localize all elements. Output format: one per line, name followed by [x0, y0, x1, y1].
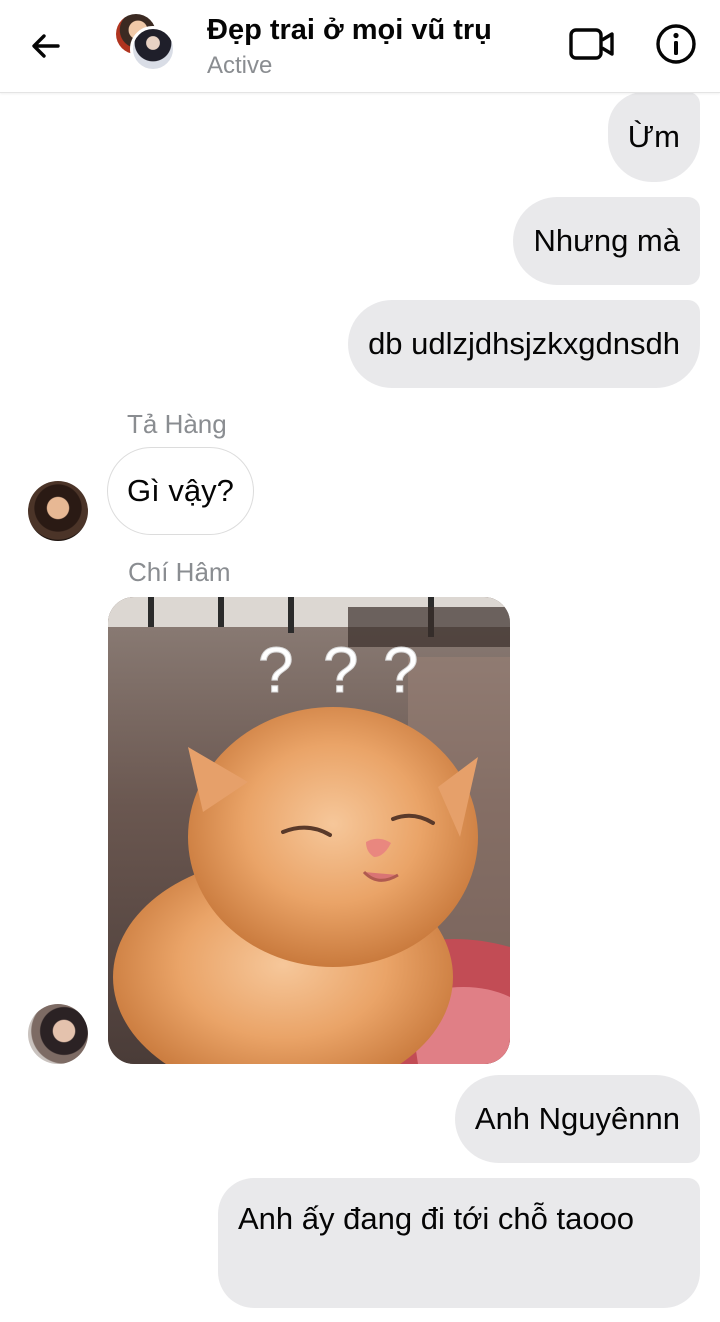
sender-name: Chí Hâm — [128, 557, 231, 587]
message-bubble-outgoing[interactable]: db udlzjdhsjzkxgdnsdh — [348, 300, 700, 388]
message-bubble-outgoing[interactable]: Anh ấy đang đi tới chỗ taooo — [218, 1178, 700, 1308]
video-call-button[interactable] — [566, 20, 618, 68]
info-icon — [656, 24, 696, 64]
info-button[interactable] — [652, 20, 700, 68]
sender-name: Tả Hàng — [127, 409, 227, 439]
back-button[interactable] — [18, 20, 74, 72]
video-camera-icon — [569, 28, 614, 60]
chat-title: Đẹp trai ở mọi vũ trụ — [207, 14, 492, 46]
svg-text:?: ? — [323, 634, 359, 706]
svg-text:?: ? — [383, 634, 419, 706]
chat-header: Đẹp trai ở mọi vũ trụ Active — [0, 0, 720, 93]
avatar[interactable] — [28, 481, 88, 541]
chat-title-block[interactable]: Đẹp trai ở mọi vũ trụ Active — [207, 12, 492, 82]
svg-text:?: ? — [258, 634, 294, 706]
group-avatar[interactable] — [116, 14, 178, 74]
arrow-left-icon — [32, 34, 60, 58]
active-status: Active — [207, 52, 273, 79]
message-bubble-outgoing[interactable]: Anh Nguyênnn — [454, 1075, 700, 1163]
image-message[interactable]: ? ? ? — [108, 597, 510, 1064]
message-bubble-outgoing[interactable]: Ừm — [607, 92, 700, 182]
avatar — [130, 26, 176, 72]
message-bubble-incoming[interactable]: Gì vậy? — [107, 447, 254, 535]
avatar[interactable] — [28, 1004, 88, 1064]
message-bubble-outgoing[interactable]: Nhưng mà — [513, 197, 700, 285]
kitten-image: ? ? ? — [108, 597, 510, 1064]
